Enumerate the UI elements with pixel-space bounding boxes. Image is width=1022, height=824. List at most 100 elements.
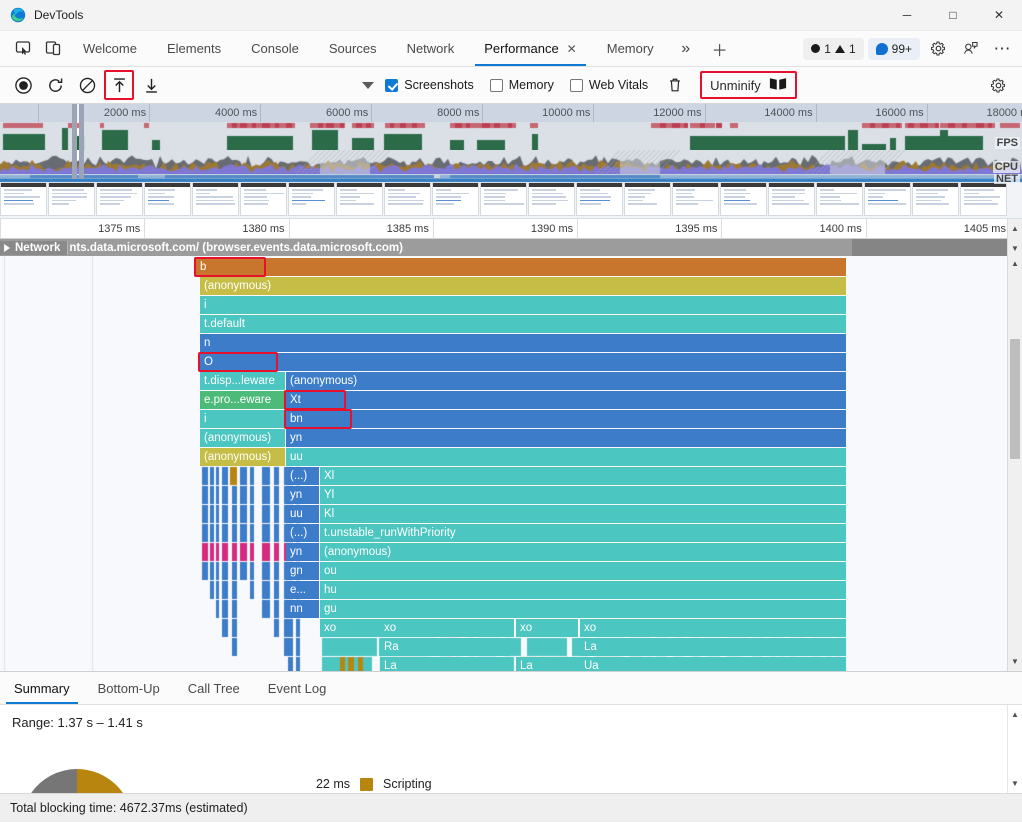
flame-bar[interactable]: yn — [286, 486, 319, 504]
filmstrip-frame[interactable] — [816, 182, 863, 216]
clear-recording-icon[interactable] — [72, 70, 102, 100]
flame-bar[interactable]: b — [196, 258, 846, 276]
filmstrip-frame[interactable] — [720, 182, 767, 216]
flame-bar[interactable]: (anonymous) — [200, 277, 846, 295]
screenshots-checkbox[interactable]: Screenshots — [385, 78, 473, 92]
device-toolbar-icon[interactable] — [38, 31, 68, 66]
filmstrip[interactable] — [0, 179, 1022, 219]
filmstrip-frame[interactable] — [96, 182, 143, 216]
network-track-toggle[interactable]: Network — [0, 241, 68, 255]
scroll-down-arrow-bottom-icon[interactable]: ▼ — [1008, 654, 1022, 669]
memory-checkbox[interactable]: Memory — [490, 78, 554, 92]
maximize-button[interactable]: □ — [930, 0, 976, 31]
scroll-down-arrow-icon[interactable]: ▼ — [1008, 776, 1022, 791]
issues-counter-pill[interactable]: 1 1 — [803, 38, 863, 60]
close-button[interactable]: ✕ — [976, 0, 1022, 31]
tab-performance[interactable]: Performance ✕ — [469, 31, 591, 66]
flame-bar[interactable]: uu — [286, 448, 846, 466]
web-vitals-checkbox[interactable]: Web Vitals — [570, 78, 648, 92]
add-panel-icon[interactable]: ＋ — [703, 31, 737, 66]
delete-recording-icon[interactable] — [660, 70, 690, 100]
flame-bar[interactable]: (anonymous) — [320, 543, 846, 561]
flame-bar[interactable]: (...) — [286, 524, 319, 542]
more-tabs-icon[interactable]: » — [669, 31, 703, 66]
flame-bar[interactable]: gn — [286, 562, 319, 580]
flame-bar[interactable]: n — [200, 334, 846, 352]
summary-scrollbar[interactable]: ▲ ▼ — [1007, 705, 1022, 793]
flame-bar[interactable]: ou — [320, 562, 846, 580]
filmstrip-frame[interactable] — [336, 182, 383, 216]
filmstrip-frame[interactable] — [528, 182, 575, 216]
filmstrip-frame[interactable] — [144, 182, 191, 216]
tab-memory[interactable]: Memory — [592, 31, 669, 66]
tab-network[interactable]: Network — [392, 31, 470, 66]
filmstrip-frame[interactable] — [576, 182, 623, 216]
filmstrip-frame[interactable] — [768, 182, 815, 216]
flame-chart-scrollbar[interactable]: ▼ ▲ ▼ — [1007, 239, 1022, 671]
gear-icon[interactable] — [924, 35, 952, 63]
flame-bar[interactable]: O — [200, 353, 846, 371]
flame-bar[interactable]: La — [516, 657, 576, 671]
flame-bar[interactable]: Ra — [380, 638, 510, 656]
filmstrip-frame[interactable] — [672, 182, 719, 216]
flame-bar[interactable]: xo — [320, 619, 380, 637]
issues-badge[interactable]: 99+ — [868, 38, 920, 60]
tab-console[interactable]: Console — [236, 31, 314, 66]
tab-call-tree[interactable]: Call Tree — [174, 672, 254, 704]
flame-bar[interactable]: (...) — [286, 467, 319, 485]
capture-settings-caret-icon[interactable] — [353, 70, 383, 100]
filmstrip-frame[interactable] — [0, 182, 47, 216]
minimize-button[interactable]: ─ — [884, 0, 930, 31]
scroll-up-arrow-icon[interactable]: ▲ — [1008, 256, 1022, 271]
scroll-up-arrow-icon[interactable]: ▲ — [1008, 707, 1022, 722]
record-button-icon[interactable] — [8, 70, 38, 100]
flame-bar[interactable]: yn — [286, 429, 846, 447]
flame-bar[interactable]: uu — [286, 505, 319, 523]
filmstrip-frame[interactable] — [288, 182, 335, 216]
network-track-row[interactable]: Network nts.data.microsoft.com/ (browser… — [0, 239, 1022, 256]
flame-bar[interactable]: La — [580, 638, 846, 656]
flame-bar[interactable]: i — [200, 410, 285, 428]
filmstrip-frame[interactable] — [864, 182, 911, 216]
filmstrip-frame[interactable] — [192, 182, 239, 216]
overview-window-right-handle[interactable] — [79, 104, 84, 179]
flame-bar[interactable]: xo — [580, 619, 846, 637]
flame-chart[interactable]: Network nts.data.microsoft.com/ (browser… — [0, 239, 1022, 671]
load-profile-icon[interactable] — [104, 70, 134, 100]
flame-bar[interactable]: e... — [286, 581, 319, 599]
flame-bar[interactable]: Kl — [320, 505, 846, 523]
ruler-scroll-up-icon[interactable]: ▲ — [1007, 219, 1022, 239]
reload-and-record-icon[interactable] — [40, 70, 70, 100]
flame-bar[interactable]: t.unstable_runWithPriority — [320, 524, 846, 542]
flame-bar[interactable]: Ua — [580, 657, 846, 671]
flame-bar[interactable]: gu — [320, 600, 846, 618]
more-options-icon[interactable]: ⋯ — [988, 35, 1016, 63]
flame-bar[interactable]: (anonymous) — [200, 429, 285, 447]
flame-bar[interactable]: nn — [286, 600, 319, 618]
flame-bar[interactable]: bn — [286, 410, 846, 428]
tab-summary[interactable]: Summary — [0, 672, 84, 704]
flame-bar[interactable]: t.disp...leware — [200, 372, 285, 390]
filmstrip-frame[interactable] — [480, 182, 527, 216]
flame-bar[interactable]: xo — [380, 619, 514, 637]
scroll-down-arrow-icon[interactable]: ▼ — [1008, 241, 1022, 256]
unminify-button[interactable]: Unminify — [700, 71, 797, 99]
tab-sources[interactable]: Sources — [314, 31, 392, 66]
filmstrip-frame[interactable] — [912, 182, 959, 216]
filmstrip-frame[interactable] — [624, 182, 671, 216]
capture-settings-gear-icon[interactable] — [984, 70, 1014, 100]
save-profile-icon[interactable] — [136, 70, 166, 100]
filmstrip-frame[interactable] — [384, 182, 431, 216]
tab-welcome[interactable]: Welcome — [68, 31, 152, 66]
flame-bar[interactable]: (anonymous) — [286, 372, 846, 390]
close-icon[interactable]: ✕ — [567, 43, 577, 55]
flame-bar[interactable]: Xt — [286, 391, 846, 409]
tab-bottom-up[interactable]: Bottom-Up — [84, 672, 174, 704]
timeline-overview[interactable]: 2000 ms 4000 ms 6000 ms 8000 ms 10000 ms 1200… — [0, 104, 1022, 179]
feedback-icon[interactable] — [956, 35, 984, 63]
filmstrip-frame[interactable] — [240, 182, 287, 216]
flame-bar[interactable]: Yl — [320, 486, 846, 504]
tab-event-log[interactable]: Event Log — [254, 672, 341, 704]
flame-bar[interactable]: hu — [320, 581, 846, 599]
filmstrip-frame[interactable] — [432, 182, 479, 216]
